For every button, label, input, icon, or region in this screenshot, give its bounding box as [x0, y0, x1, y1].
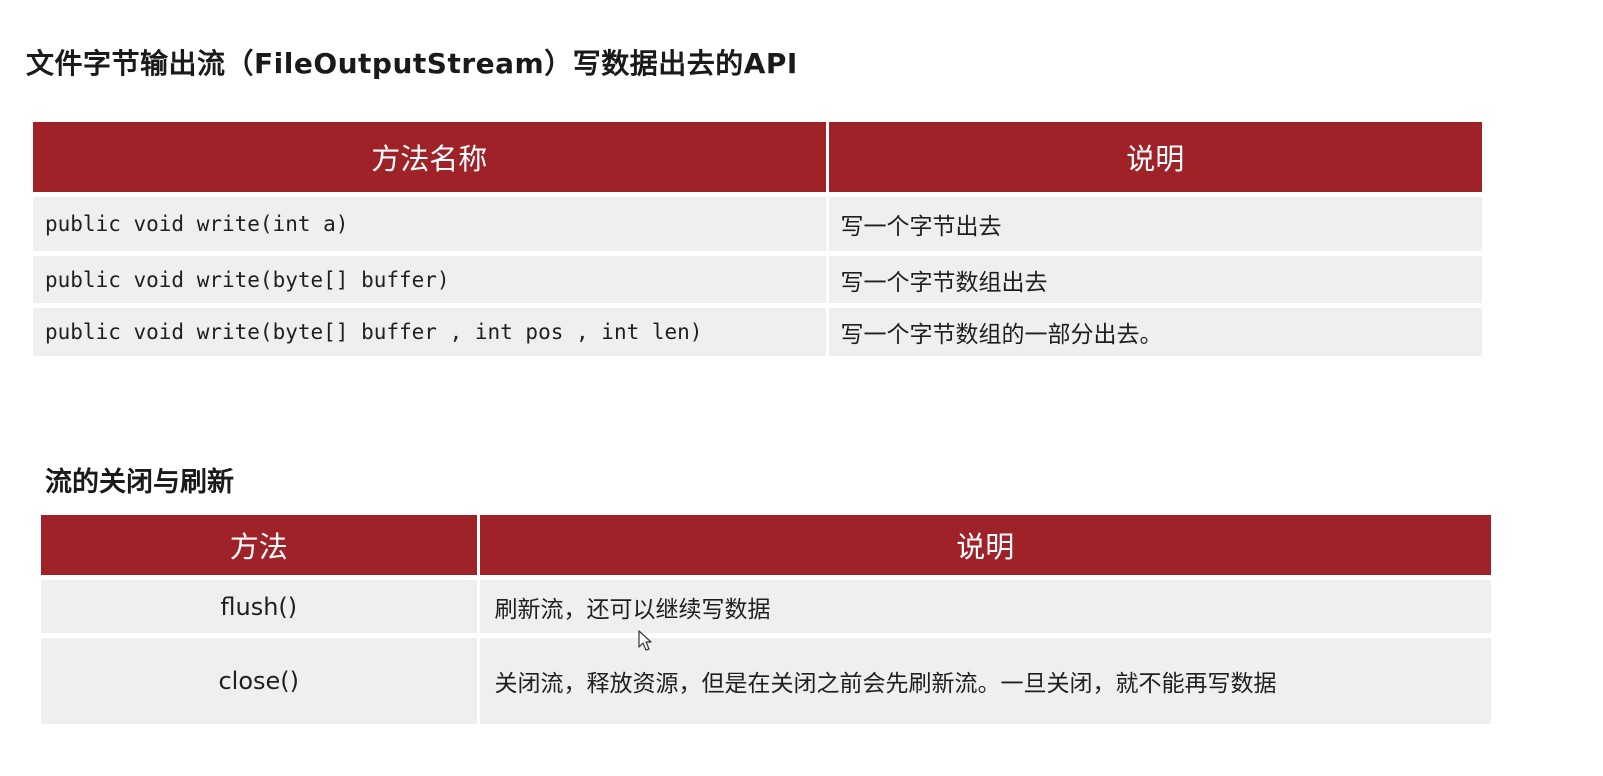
description-cell: 写一个字节出去 [827, 194, 1482, 256]
description-cell: 刷新流，还可以继续写数据 [478, 577, 1491, 638]
flush-close-table: 方法 说明 flush() 刷新流，还可以继续写数据 close() 关闭流，释… [41, 515, 1491, 724]
description-cell: 写一个字节数组出去 [827, 253, 1482, 308]
mouse-pointer-icon [638, 630, 652, 651]
api-table: 方法名称 说明 public void write(int a) 写一个字节出去… [33, 122, 1482, 356]
column-header-method: 方法 [41, 515, 480, 580]
page-title: 文件字节输出流（FileOutputStream）写数据出去的API [26, 47, 798, 80]
table-row: public void write(byte[] buffer) 写一个字节数组… [33, 253, 1482, 308]
table-row: close() 关闭流，释放资源，但是在关闭之前会先刷新流。一旦关闭，就不能再写… [41, 635, 1491, 724]
table-row: public void write(int a) 写一个字节出去 [33, 194, 1482, 256]
table-header-row: 方法 说明 [41, 515, 1491, 580]
column-header-description: 说明 [827, 122, 1482, 197]
table-header-row: 方法名称 说明 [33, 122, 1482, 197]
method-cell: flush() [41, 577, 480, 638]
column-header-method-name: 方法名称 [33, 122, 829, 197]
description-cell: 关闭流，释放资源，但是在关闭之前会先刷新流。一旦关闭，就不能再写数据 [478, 635, 1491, 724]
table-row: public void write(byte[] buffer , int po… [33, 305, 1482, 356]
method-cell: close() [41, 635, 480, 724]
method-cell: public void write(byte[] buffer , int po… [33, 305, 829, 356]
description-cell: 写一个字节数组的一部分出去。 [827, 305, 1482, 356]
section-title: 流的关闭与刷新 [45, 467, 234, 498]
method-cell: public void write(int a) [33, 194, 829, 256]
column-header-description: 说明 [478, 515, 1491, 580]
table-row: flush() 刷新流，还可以继续写数据 [41, 577, 1491, 638]
method-cell: public void write(byte[] buffer) [33, 253, 829, 308]
